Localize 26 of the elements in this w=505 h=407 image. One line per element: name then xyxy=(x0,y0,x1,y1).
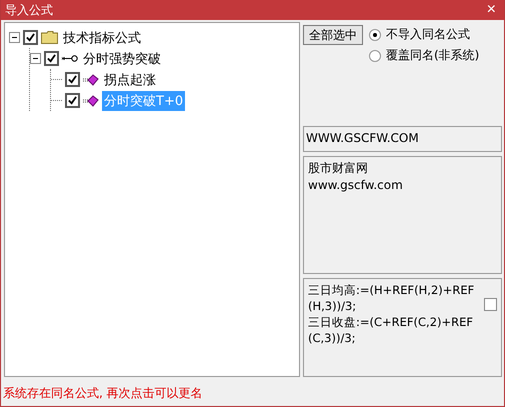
tree-checkbox[interactable] xyxy=(65,72,80,87)
formula-text: 三日均高:=(H+REF(H,2)+REF(H,3))/3; 三日收盘:=(C+REF(C,2)+REF(C,3))/3; xyxy=(308,282,476,346)
option-label: 不导入同名公式 xyxy=(386,26,470,43)
radio-button[interactable] xyxy=(369,50,381,62)
tree-item[interactable]: 拐点起涨 xyxy=(102,70,158,90)
tree-checkbox[interactable] xyxy=(44,51,59,66)
description-line: www.gscfw.com xyxy=(308,177,404,194)
folder-icon xyxy=(41,31,58,44)
diamond-icon xyxy=(83,74,99,86)
collapse-toggle-icon[interactable] xyxy=(30,53,41,64)
description-line: 股市财富网 xyxy=(308,160,369,177)
tree-item[interactable]: 分时强势突破 xyxy=(81,48,163,68)
collapse-toggle-icon[interactable] xyxy=(9,32,20,43)
tree-checkbox[interactable] xyxy=(65,93,80,108)
diamond-icon xyxy=(83,94,99,106)
radio-button[interactable] xyxy=(369,28,381,40)
source-field[interactable]: WWW.GSCFW.COM xyxy=(303,126,502,152)
tree-checkbox[interactable] xyxy=(23,30,38,45)
window-title: 导入公式 xyxy=(5,2,53,18)
select-all-button[interactable]: 全部选中 xyxy=(303,25,363,45)
option-label: 覆盖同名(非系统) xyxy=(386,47,480,64)
key-icon xyxy=(62,54,78,62)
formula-checkbox[interactable] xyxy=(484,298,497,311)
tree-item[interactable]: 技术指标公式 xyxy=(61,28,143,48)
close-button[interactable]: × xyxy=(482,1,500,19)
status-message: 系统存在同名公式, 再次点击可以更名 xyxy=(2,385,204,402)
